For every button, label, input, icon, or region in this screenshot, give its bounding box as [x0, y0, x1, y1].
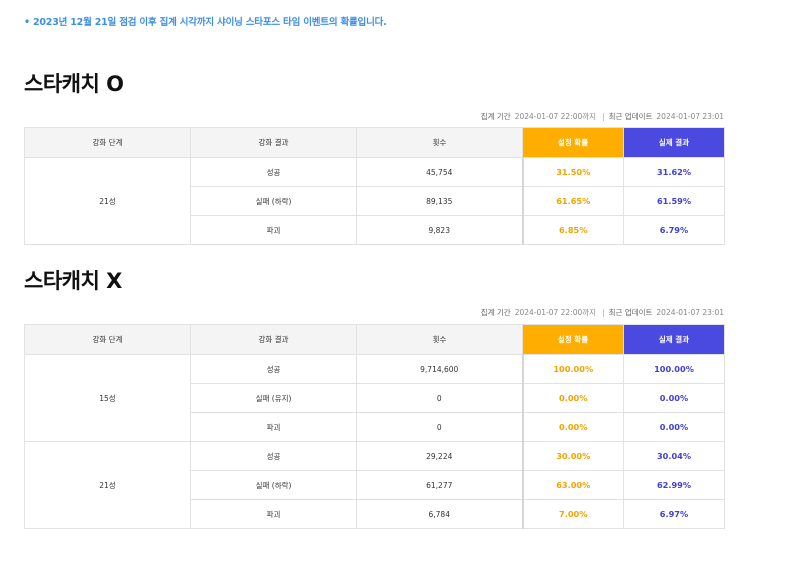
- col-header-stage: 강화 단계: [24, 127, 191, 158]
- set-probability-cell: 31.50%: [521, 157, 624, 187]
- stage-cell: 21성: [24, 441, 191, 529]
- table-row: 21성 성공 29,224 30.00% 30.04%: [24, 441, 725, 529]
- table-header-row: 강화 단계 강화 결과 횟수 설정 확률 실제 결과: [24, 127, 725, 158]
- col-header-result: 강화 결과: [190, 127, 357, 158]
- actual-result-cell: 6.97%: [623, 499, 725, 529]
- actual-result-cell: 62.99%: [623, 470, 725, 500]
- period-value: 2024-01-07 22:00까지: [514, 112, 597, 121]
- table-row: 21성 성공 45,754 31.50% 31.62%: [24, 157, 725, 245]
- col-header-result: 강화 결과: [190, 324, 357, 355]
- aggregation-meta: 집계 기간 2024-01-07 22:00까지 | 최근 업데이트 2024-01-0…: [481, 111, 724, 122]
- set-probability-cell: 0.00%: [521, 412, 624, 442]
- set-probability-cell: 63.00%: [521, 470, 624, 500]
- stage-cell: 21성: [24, 157, 191, 245]
- set-probability-cell: 0.00%: [521, 383, 624, 413]
- col-header-actual-result: 실제 결과: [623, 324, 725, 355]
- period-value: 2024-01-07 22:00까지: [514, 308, 597, 317]
- actual-result-cell: 0.00%: [623, 383, 725, 413]
- meta-divider: |: [602, 112, 605, 121]
- table-header-row: 강화 단계 강화 결과 횟수 설정 확률 실제 결과: [24, 324, 725, 355]
- actual-result-cell: 31.62%: [623, 157, 725, 187]
- col-header-actual-result: 실제 결과: [623, 127, 725, 158]
- result-cell: 파괴: [190, 412, 357, 442]
- result-cell: 실패 (하락): [190, 470, 357, 500]
- col-header-set-probability: 설정 확률: [522, 127, 624, 158]
- updated-value: 2024-01-07 23:01: [656, 308, 724, 317]
- updated-label: 최근 업데이트: [608, 112, 653, 121]
- count-cell: 9,714,600: [356, 354, 523, 384]
- count-cell: 45,754: [356, 157, 523, 187]
- probability-table-starcatch-x: 강화 단계 강화 결과 횟수 설정 확률 실제 결과 15성 성공 9,714,…: [24, 324, 725, 529]
- result-cell: 성공: [190, 354, 357, 384]
- result-cell: 파괴: [190, 215, 357, 245]
- col-header-count: 횟수: [356, 324, 523, 355]
- set-probability-cell: 61.65%: [521, 186, 624, 216]
- col-header-count: 횟수: [356, 127, 523, 158]
- col-header-stage: 강화 단계: [24, 324, 191, 355]
- probability-table-starcatch-o: 강화 단계 강화 결과 횟수 설정 확률 실제 결과 21성 성공 45,754…: [24, 127, 725, 245]
- result-cell: 파괴: [190, 499, 357, 529]
- notice-text: • 2023년 12월 21일 점검 이후 집계 시각까지 샤이닝 스타포스 타…: [24, 17, 387, 28]
- actual-result-cell: 0.00%: [623, 412, 725, 442]
- set-probability-cell: 30.00%: [521, 441, 624, 471]
- actual-result-cell: 100.00%: [623, 354, 725, 384]
- actual-result-cell: 61.59%: [623, 186, 725, 216]
- section-title-starcatch-o: 스타캐치 O: [24, 72, 124, 96]
- meta-divider: |: [602, 308, 605, 317]
- aggregation-meta: 집계 기간 2024-01-07 22:00까지 | 최근 업데이트 2024-01-0…: [481, 307, 724, 318]
- period-label: 집계 기간: [480, 308, 511, 317]
- count-cell: 61,277: [356, 470, 523, 500]
- count-cell: 0: [356, 383, 523, 413]
- count-cell: 6,784: [356, 499, 523, 529]
- updated-value: 2024-01-07 23:01: [656, 112, 724, 121]
- table-row: 15성 성공 9,714,600 100.00% 100.00%: [24, 354, 725, 442]
- actual-result-cell: 30.04%: [623, 441, 725, 471]
- period-label: 집계 기간: [480, 112, 511, 121]
- set-probability-cell: 7.00%: [521, 499, 624, 529]
- result-cell: 성공: [190, 441, 357, 471]
- result-cell: 실패 (하락): [190, 186, 357, 216]
- count-cell: 9,823: [356, 215, 523, 245]
- result-cell: 성공: [190, 157, 357, 187]
- stage-cell: 15성: [24, 354, 191, 442]
- updated-label: 최근 업데이트: [608, 308, 653, 317]
- col-header-set-probability: 설정 확률: [522, 324, 624, 355]
- count-cell: 29,224: [356, 441, 523, 471]
- set-probability-cell: 100.00%: [521, 354, 624, 384]
- set-probability-cell: 6.85%: [521, 215, 624, 245]
- section-title-starcatch-x: 스타캐치 X: [24, 269, 122, 293]
- result-cell: 실패 (유지): [190, 383, 357, 413]
- actual-result-cell: 6.79%: [623, 215, 725, 245]
- count-cell: 0: [356, 412, 523, 442]
- count-cell: 89,135: [356, 186, 523, 216]
